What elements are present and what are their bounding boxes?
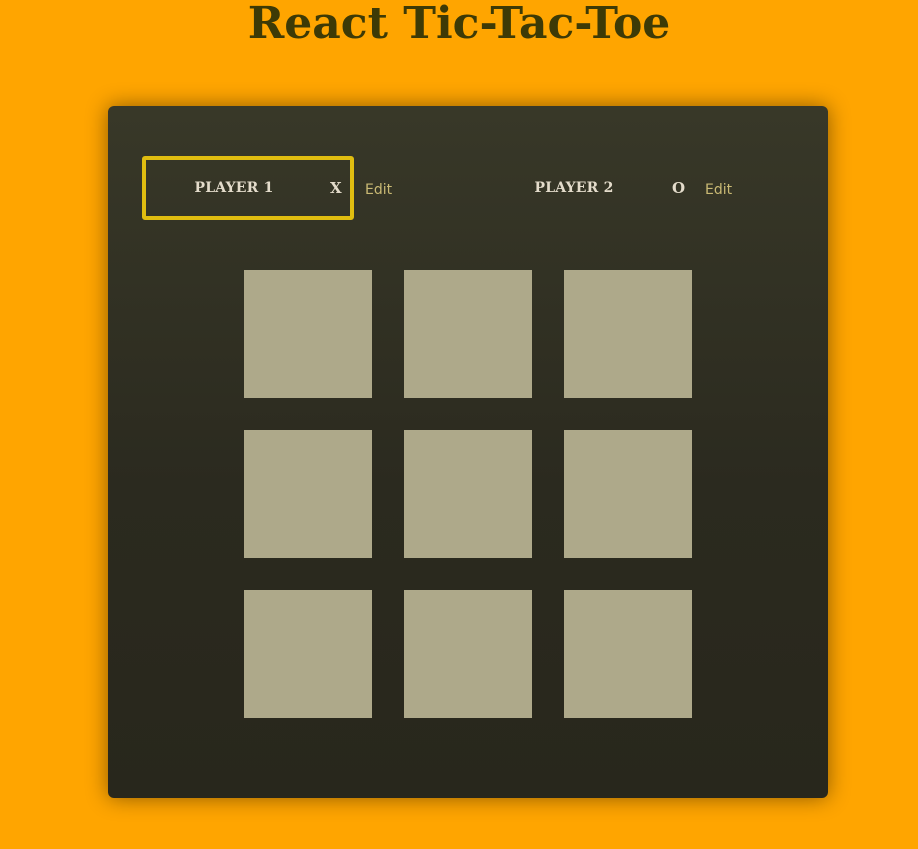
player-1-card: PLAYER 1 X — [142, 156, 354, 220]
board-cell-0-2[interactable] — [564, 270, 692, 398]
board-cell-0-1[interactable] — [404, 270, 532, 398]
game-container: PLAYER 1 X Edit PLAYER 2 O Edit — [108, 106, 828, 798]
board-cell-1-1[interactable] — [404, 430, 532, 558]
board-cell-2-1[interactable] — [404, 590, 532, 718]
board-cell-0-0[interactable] — [244, 270, 372, 398]
player-2-card: PLAYER 2 O — [482, 156, 694, 220]
player-1-edit-button[interactable]: Edit — [365, 182, 392, 198]
player-2-edit-button[interactable]: Edit — [705, 182, 732, 198]
board-cell-1-0[interactable] — [244, 430, 372, 558]
board-cell-2-0[interactable] — [244, 590, 372, 718]
game-board — [244, 270, 692, 718]
player-1-name: PLAYER 1 — [194, 180, 274, 196]
player-2-symbol: O — [672, 179, 686, 197]
page-title: React Tic-Tac-Toe — [247, 0, 671, 49]
player-2-name: PLAYER 2 — [534, 180, 614, 196]
board-cell-2-2[interactable] — [564, 590, 692, 718]
player-1-symbol: X — [330, 179, 342, 197]
board-cell-1-2[interactable] — [564, 430, 692, 558]
